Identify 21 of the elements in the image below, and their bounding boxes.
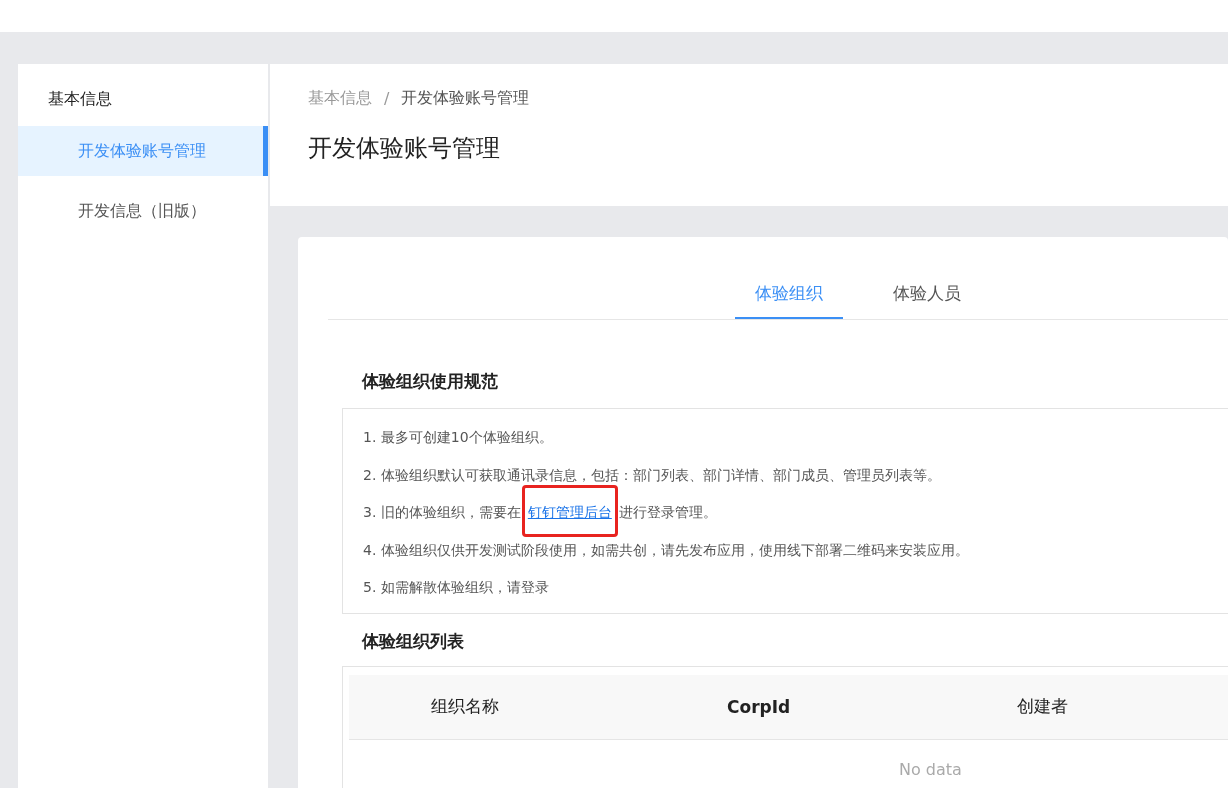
rule-text: 2. 体验组织默认可获取通讯录信息，包括：部门列表、部门详情、部门成员、管理员列表等。 [363, 465, 942, 485]
column-header: 创建者 [1016, 695, 1068, 718]
admin-link[interactable]: 钉钉管理后台 [527, 504, 612, 520]
breadcrumb-item[interactable]: 基本信息 [308, 87, 372, 109]
rule-text: 4. 体验组织仅供开发测试阶段使用，如需共创，请先发布应用，使用线下部署二维码来安装应用。 [363, 540, 970, 560]
rule-text: 3. 旧的体验组织，需要在 钉钉管理后台 进行登录管理。 [363, 494, 1208, 532]
page-title: 开发体验账号管理 [308, 133, 501, 164]
empty-text: No data [898, 758, 963, 779]
rule-text: 1. 最多可创建10个体验组织。 [363, 428, 554, 447]
sidebar-title: 基本信息 [47, 88, 113, 110]
tab[interactable]: 体验人员 [873, 267, 981, 319]
sidebar-item[interactable]: 开发信息（旧版） [18, 186, 268, 236]
rule-text: 5. 如需解散体验组织，请登录 [363, 578, 550, 597]
breadcrumb-separator: / [384, 88, 390, 108]
sidebar-item[interactable]: 开发体验账号管理 [18, 126, 268, 176]
tab[interactable]: 体验组织 [735, 267, 843, 319]
section-title: 体验组织使用规范 [362, 370, 499, 393]
column-header: 组织名称 [430, 695, 500, 718]
breadcrumb-item: 开发体验账号管理 [401, 87, 530, 109]
column-header: CorpId [726, 696, 792, 717]
section-title: 体验组织列表 [362, 629, 465, 653]
